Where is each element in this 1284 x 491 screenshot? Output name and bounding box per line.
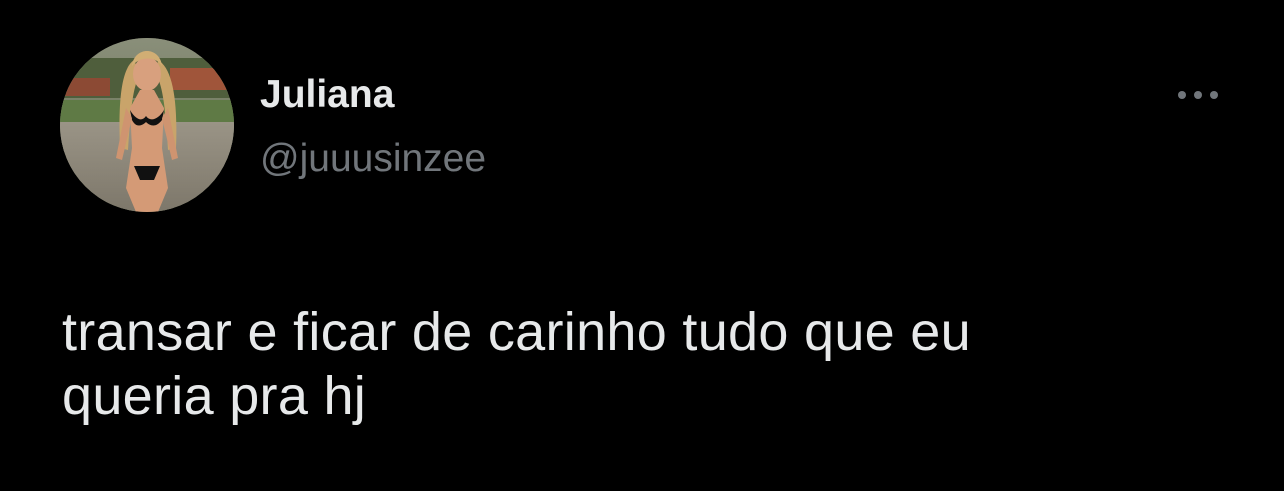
- ellipsis-icon: [1178, 91, 1218, 99]
- profile-photo-icon: [60, 38, 234, 212]
- tweet-text-line: transar e ficar de carinho tudo que eu: [62, 302, 971, 362]
- more-options-button[interactable]: [1168, 78, 1228, 112]
- author-handle[interactable]: @juuusinzee: [260, 136, 486, 182]
- tweet-text: transar e ficar de carinho tudo que eu q…: [62, 300, 1242, 428]
- author-display-name[interactable]: Juliana: [260, 72, 394, 118]
- avatar[interactable]: [60, 38, 234, 212]
- tweet-card: Juliana @juuusinzee transar e ficar de c…: [0, 0, 1284, 491]
- tweet-text-line: queria pra hj: [62, 366, 367, 426]
